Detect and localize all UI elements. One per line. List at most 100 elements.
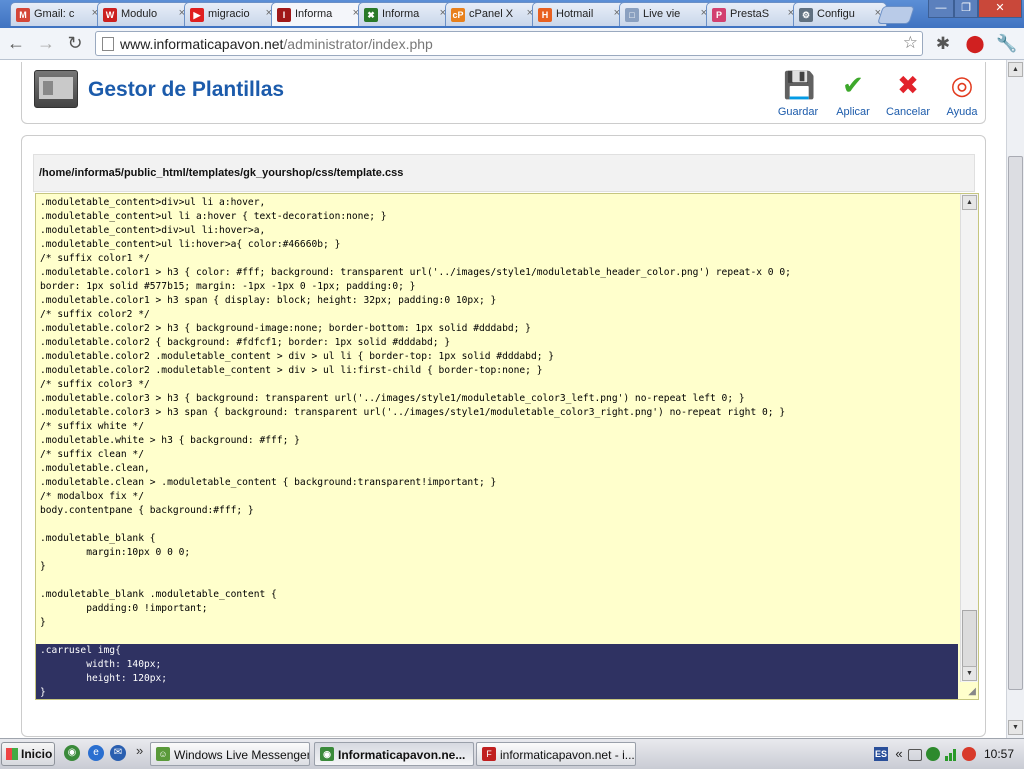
code-line: height: 120px; <box>36 672 958 686</box>
antivirus-tray-icon[interactable] <box>962 747 976 761</box>
page-scroll-thumb[interactable] <box>1008 156 1023 690</box>
cancel-icon: ✖ <box>897 70 919 100</box>
browser-tab[interactable]: □ Live vie × <box>619 2 713 26</box>
stop-extension-icon[interactable]: ⬤ <box>964 33 986 55</box>
browser-tab[interactable]: I Informa × <box>271 2 365 26</box>
reload-button[interactable]: ↻ <box>64 32 86 54</box>
header-panel: Gestor de Plantillas 💾 Guardar ✔ Aplicar ✖ Ca… <box>21 62 986 124</box>
forward-button[interactable]: → <box>35 32 57 54</box>
tray-expand-chevron-icon[interactable]: « <box>892 747 906 761</box>
outlook-icon[interactable]: ✉ <box>110 745 126 761</box>
code-line: .moduletable.color2 { background: #fdfcf… <box>40 337 451 348</box>
task-label: informaticapavon.net - i... <box>500 748 635 762</box>
code-line: .moduletable.color3 > h3 { background: t… <box>40 393 745 404</box>
minimize-button[interactable]: — <box>928 0 954 18</box>
browser-tab[interactable]: W Modulo × <box>97 2 191 26</box>
code-line: body.contentpane { background:#fff; } <box>40 505 254 516</box>
messenger-tray-icon[interactable] <box>926 747 940 761</box>
aplicar-button[interactable]: ✔ Aplicar <box>825 70 881 118</box>
address-bar[interactable]: www.informaticapavon.net/administrator/i… <box>95 31 923 56</box>
cancelar-button[interactable]: ✖ Cancelar <box>880 70 936 118</box>
tab-title: migracio <box>208 8 250 20</box>
page-scroll-up-icon[interactable]: ▲ <box>1008 62 1023 77</box>
tab-title: Configu <box>817 8 855 20</box>
button-label: Guardar <box>777 106 819 118</box>
taskbar-task[interactable]: ☺ Windows Live Messenger <box>150 742 310 766</box>
code-line: } <box>40 561 46 572</box>
resize-grip-icon[interactable]: ◢ <box>968 686 976 697</box>
clock: 10:57 <box>983 747 1014 761</box>
scroll-up-icon[interactable]: ▲ <box>962 195 977 210</box>
page-scroll-down-icon[interactable]: ▼ <box>1008 720 1023 735</box>
page-icon: □ <box>625 8 639 22</box>
code-line: width: 140px; <box>36 658 958 672</box>
start-button[interactable]: Inicio <box>1 742 55 766</box>
code-line: .moduletable.white > h3 { background: #f… <box>40 435 300 446</box>
signal-strength-icon[interactable] <box>944 747 958 761</box>
code-line: .moduletable.color2 > h3 { background-im… <box>40 323 531 334</box>
code-line: /* suffix white */ <box>40 421 144 432</box>
browser-tab[interactable]: cP cPanel X × <box>445 2 539 26</box>
youtube-icon: ▶ <box>190 8 204 22</box>
back-button[interactable]: ← <box>5 32 27 54</box>
taskbar-task[interactable]: ◉ Informaticapavon.ne... <box>314 742 474 766</box>
code-line: .moduletable_content>div>ul li:hover>a, <box>40 225 266 236</box>
ayuda-button[interactable]: ◎ Ayuda <box>934 70 990 118</box>
bookmark-star-icon[interactable]: ☆ <box>903 33 918 53</box>
browser-tab[interactable]: P PrestaS × <box>706 2 800 26</box>
joomla-admin-icon: I <box>277 8 291 22</box>
prestashop-icon: P <box>712 8 726 22</box>
browser-tab[interactable]: H Hotmail × <box>532 2 626 26</box>
language-indicator[interactable]: ES <box>874 747 888 761</box>
code-line: padding:0 !important; <box>40 603 208 614</box>
editor-scrollbar[interactable]: ▲ ▼ <box>960 194 978 682</box>
filezilla-icon: F <box>482 747 496 761</box>
code-line: .moduletable_blank .moduletable_content … <box>40 589 277 600</box>
tab-title: Informa <box>382 8 420 20</box>
scroll-down-icon[interactable]: ▼ <box>962 666 977 681</box>
browser-tab[interactable]: ✖ Informa × <box>358 2 452 26</box>
url-text[interactable]: www.informaticapavon.net/administrator/i… <box>120 36 433 52</box>
code-line: .moduletable_content>ul li:hover>a{ colo… <box>40 239 341 250</box>
new-tab-button[interactable] <box>877 6 915 24</box>
chrome-icon[interactable]: ◉ <box>64 745 80 761</box>
tab-title: Hotmail <box>556 8 594 20</box>
button-label: Ayuda <box>946 106 978 118</box>
window-controls: — ❐ ✕ <box>928 0 1022 18</box>
browser-tab[interactable]: ▶ migracio × <box>184 2 278 26</box>
joomla-icon: ✖ <box>364 8 378 22</box>
template-manager-icon <box>34 70 78 108</box>
cpanel-icon: cP <box>451 8 465 22</box>
taskbar-task[interactable]: Finformaticapavon.net - i... <box>476 742 636 766</box>
file-path-bar: /home/informa5/public_html/templates/gk_… <box>33 154 975 192</box>
task-label: Windows Live Messenger <box>174 748 310 762</box>
wrench-icon: ⚙ <box>799 8 813 22</box>
editor-scroll-thumb[interactable] <box>962 610 977 668</box>
save-icon: 💾 <box>783 70 816 100</box>
ie-icon[interactable]: e <box>88 745 104 761</box>
file-path: /home/informa5/public_html/templates/gk_… <box>39 167 404 179</box>
browser-tab[interactable]: M Gmail: c × <box>10 2 104 26</box>
messenger-icon: ☺ <box>156 747 170 761</box>
css-editor-textarea[interactable]: .moduletable_content>div>ul li a:hover,.… <box>35 193 979 700</box>
network-monitor-icon[interactable] <box>908 749 922 761</box>
code-line: border: 1px solid #577b15; margin: -1px … <box>40 281 416 292</box>
code-line: } <box>36 686 958 699</box>
code-line: /* suffix color2 */ <box>40 309 150 320</box>
wrench-menu-icon[interactable]: 🔧 <box>996 33 1018 55</box>
modulo-site-icon: W <box>103 8 117 22</box>
page-title: Gestor de Plantillas <box>88 78 285 101</box>
apply-check-icon: ✔ <box>842 70 864 100</box>
browser-tab[interactable]: ⚙ Configu × <box>793 2 887 26</box>
close-window-button[interactable]: ✕ <box>978 0 1022 18</box>
page-scrollbar[interactable]: ▲ ▼ <box>1006 60 1024 738</box>
tab-title: Modulo <box>121 8 158 20</box>
guardar-button[interactable]: 💾 Guardar <box>770 70 826 118</box>
maximize-button[interactable]: ❐ <box>954 0 978 18</box>
code-line: /* suffix color3 */ <box>40 379 150 390</box>
system-tray: ES « 10:57 <box>870 742 1022 766</box>
extension-icon[interactable]: ✱ <box>932 33 954 55</box>
quicklaunch-overflow-button[interactable]: » <box>136 743 143 758</box>
